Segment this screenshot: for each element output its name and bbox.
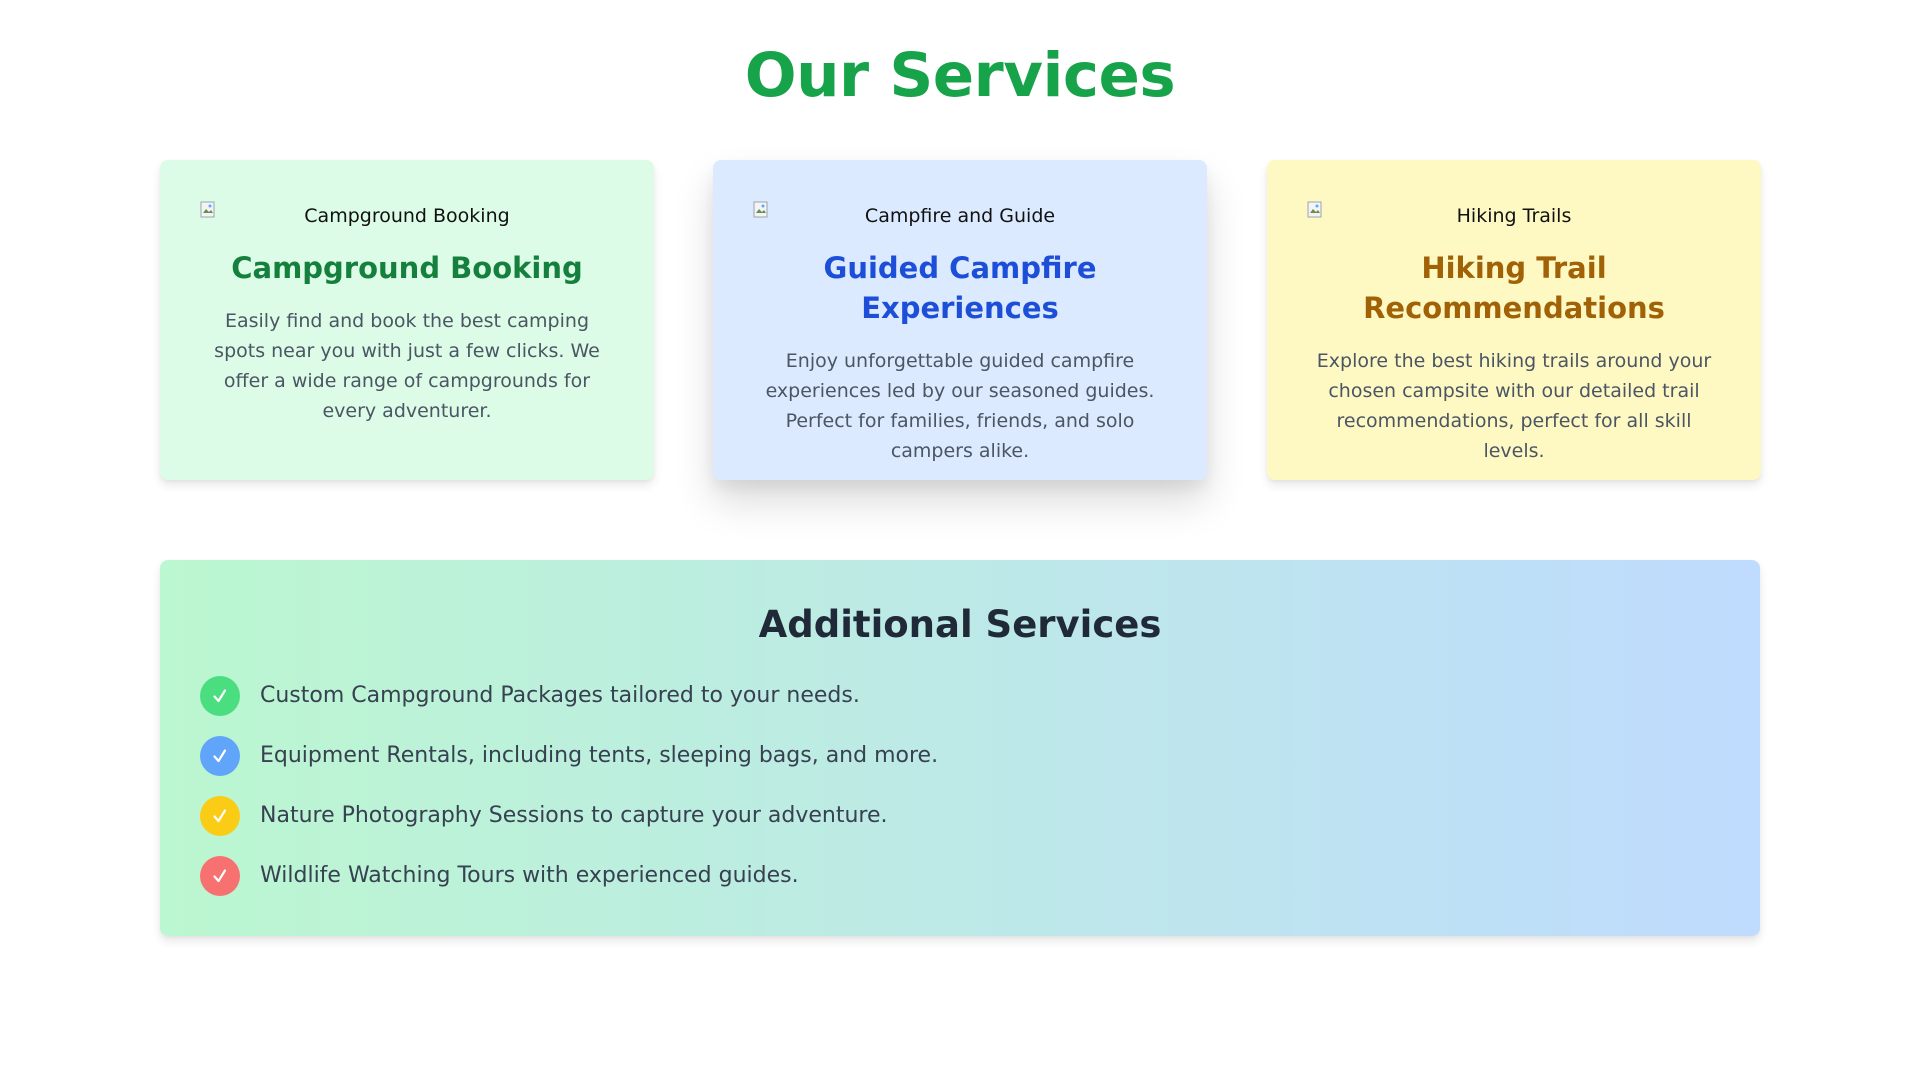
card-description: Easily find and book the best camping sp… — [214, 310, 600, 422]
list-item: Custom Campground Packages tailored to y… — [200, 676, 1720, 716]
check-icon — [200, 736, 240, 776]
card-title: Campground Booking — [231, 251, 583, 285]
list-item-text: Wildlife Watching Tours with experienced… — [260, 863, 799, 888]
check-icon — [200, 676, 240, 716]
card-title: Hiking Trail Recommendations — [1363, 251, 1665, 325]
list-item: Nature Photography Sessions to capture y… — [200, 796, 1720, 836]
additional-services-title: Additional Services — [758, 603, 1162, 646]
card-image: Campground Booking — [200, 200, 614, 232]
card-image-alt-text: Hiking Trails — [1456, 205, 1572, 227]
service-cards: Campground Booking Campground Booking Ea… — [160, 160, 1761, 480]
services-page: Our Services Campground Booking Campgrou… — [0, 0, 1920, 1080]
service-card-hiking-trails: Hiking Trails Hiking Trail Recommendatio… — [1267, 160, 1761, 480]
service-card-campground-booking: Campground Booking Campground Booking Ea… — [160, 160, 654, 480]
card-description: Explore the best hiking trails around yo… — [1316, 350, 1712, 462]
card-image-alt-text: Campfire and Guide — [864, 205, 1056, 227]
check-icon — [200, 796, 240, 836]
broken-image-icon — [200, 201, 215, 218]
card-image: Campfire and Guide — [753, 200, 1167, 232]
additional-services-panel: Additional Services Custom Campground Pa… — [160, 560, 1760, 936]
list-item-text: Custom Campground Packages tailored to y… — [260, 683, 860, 708]
card-title: Guided Campfire Experiences — [823, 251, 1097, 325]
service-card-guided-campfire: Campfire and Guide Guided Campfire Exper… — [713, 160, 1207, 480]
list-item: Wildlife Watching Tours with experienced… — [200, 856, 1720, 896]
additional-services-list: Custom Campground Packages tailored to y… — [200, 676, 1720, 896]
card-image: Hiking Trails — [1307, 200, 1721, 232]
broken-image-icon — [1307, 201, 1322, 218]
page-title: Our Services — [744, 40, 1176, 111]
list-item: Equipment Rentals, including tents, slee… — [200, 736, 1720, 776]
list-item-text: Nature Photography Sessions to capture y… — [260, 803, 888, 828]
card-description: Enjoy unforgettable guided campfire expe… — [765, 350, 1155, 462]
check-icon — [200, 856, 240, 896]
broken-image-icon — [753, 201, 768, 218]
list-item-text: Equipment Rentals, including tents, slee… — [260, 743, 939, 768]
card-image-alt-text: Campground Booking — [304, 205, 510, 227]
